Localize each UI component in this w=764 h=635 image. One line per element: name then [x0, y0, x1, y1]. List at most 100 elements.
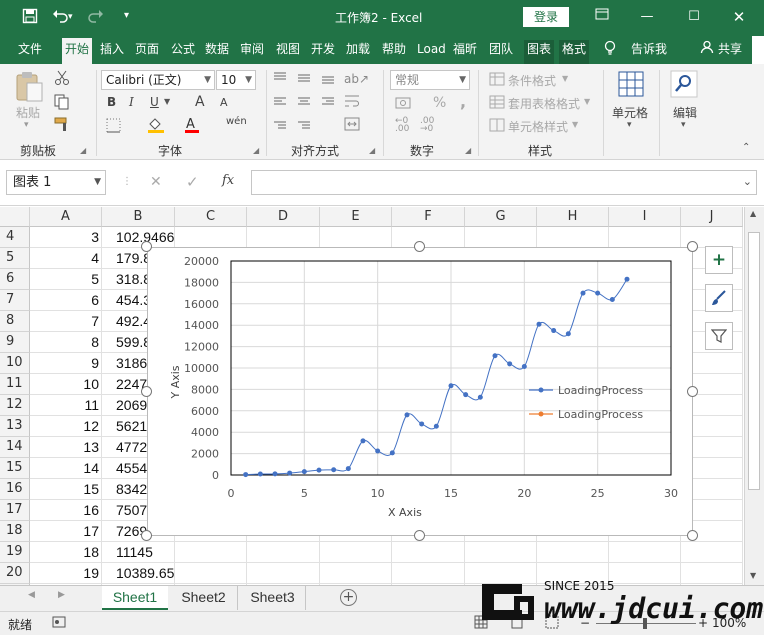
clipboard-launcher-icon[interactable]: ◢ [80, 146, 86, 155]
data-point[interactable] [345, 466, 351, 472]
resize-handle-top-left[interactable] [141, 241, 152, 252]
italic-button[interactable]: I [129, 95, 134, 109]
font-name-combo[interactable]: Calibri (正文) ▼ [101, 70, 215, 90]
close-icon[interactable]: ✕ [726, 6, 752, 28]
cell-b[interactable]: 102.9466 [102, 227, 175, 248]
row-header[interactable]: 14 [0, 437, 30, 458]
column-header-d[interactable]: D [247, 207, 320, 227]
save-icon[interactable] [22, 8, 38, 28]
add-sheet-button[interactable]: + [340, 589, 357, 606]
filter-icon[interactable] [705, 322, 733, 350]
resize-handle-bottom[interactable] [414, 530, 425, 541]
row-header[interactable]: 5 [0, 248, 30, 269]
data-point[interactable] [360, 438, 366, 444]
cells-button[interactable]: 单元格 [612, 104, 648, 121]
cell-a[interactable]: 15 [30, 479, 102, 500]
cell-a[interactable]: 18 [30, 542, 102, 563]
insert-function-button[interactable]: fx [222, 173, 234, 188]
cell-a[interactable]: 16 [30, 500, 102, 521]
cell-empty[interactable] [175, 227, 247, 248]
ribbon-display-icon[interactable] [589, 6, 615, 28]
column-header-b[interactable]: B [102, 207, 175, 227]
alignment-launcher-icon[interactable]: ◢ [369, 146, 375, 155]
search-icon[interactable] [670, 70, 698, 102]
increase-decimal-icon[interactable]: ←0.00 [395, 117, 409, 134]
tab-formulas[interactable]: 公式 [171, 40, 195, 64]
fill-color-icon[interactable] [147, 116, 165, 138]
legend-entry-2[interactable]: LoadingProcess [558, 408, 643, 421]
login-button[interactable]: 登录 [523, 7, 569, 27]
resize-handle-bottom-right[interactable] [687, 530, 698, 541]
sheet-tab-sheet2[interactable]: Sheet2 [170, 586, 238, 610]
font-size-combo[interactable]: 10 ▼ [216, 70, 256, 90]
align-top-icon[interactable] [272, 70, 336, 136]
shrink-font-button[interactable]: A [220, 96, 228, 109]
underline-dropdown-icon[interactable]: ▼ [164, 97, 170, 106]
wrap-text-icon[interactable] [344, 94, 360, 112]
row-header[interactable]: 20 [0, 563, 30, 584]
format-as-table-button[interactable]: 套用表格格式 [508, 95, 580, 112]
column-header-i[interactable]: I [609, 207, 681, 227]
tell-me-box[interactable]: 告诉我 [631, 40, 667, 64]
data-point[interactable] [419, 421, 425, 427]
plus-icon[interactable]: + [705, 246, 733, 274]
conditional-format-icon[interactable] [489, 72, 505, 90]
y-axis-title[interactable]: Y Axis [169, 365, 182, 399]
row-header[interactable]: 13 [0, 416, 30, 437]
font-color-icon[interactable]: A [184, 116, 200, 138]
collapse-ribbon-icon[interactable]: ⌃ [742, 142, 750, 153]
tab-review[interactable]: 审阅 [240, 40, 264, 64]
enter-button[interactable]: ✓ [186, 173, 199, 191]
cell-a[interactable]: 4 [30, 248, 102, 269]
tab-view[interactable]: 视图 [276, 40, 300, 64]
cell-empty[interactable] [175, 542, 247, 563]
chart-area[interactable]: 0 2000 4000 6000 8000 10000 12000 14000 16000 180… [147, 247, 693, 536]
data-point[interactable] [287, 470, 293, 476]
row-header[interactable]: 17 [0, 500, 30, 521]
column-header-g[interactable]: G [465, 207, 537, 227]
data-point[interactable] [257, 471, 263, 477]
paste-dropdown-icon[interactable]: ▾ [24, 120, 29, 130]
borders-icon[interactable] [106, 118, 121, 137]
cell-a[interactable]: 8 [30, 332, 102, 353]
resize-handle-right[interactable] [687, 386, 698, 397]
select-all-corner[interactable] [0, 207, 30, 227]
scroll-thumb[interactable] [748, 232, 760, 490]
resize-handle-top[interactable] [414, 241, 425, 252]
data-point[interactable] [492, 353, 498, 359]
maximize-icon[interactable]: ☐ [681, 6, 707, 28]
customize-qat-icon[interactable]: ▾ [124, 10, 129, 21]
number-launcher-icon[interactable]: ◢ [465, 146, 471, 155]
cell-empty[interactable] [320, 227, 392, 248]
x-axis-title[interactable]: X Axis [388, 506, 422, 519]
resize-handle-top-right[interactable] [687, 241, 698, 252]
sheet-tab-sheet1[interactable]: Sheet1 [102, 586, 168, 610]
next-sheet-icon[interactable]: ▶ [58, 590, 65, 600]
column-header-e[interactable]: E [320, 207, 392, 227]
row-header[interactable]: 19 [0, 542, 30, 563]
data-point[interactable] [521, 364, 527, 370]
column-header-c[interactable]: C [175, 207, 247, 227]
tab-foxit[interactable]: 福昕 [453, 40, 477, 64]
orientation-icon[interactable]: ab↗ [344, 72, 369, 86]
copy-icon[interactable] [54, 94, 72, 114]
cell-empty[interactable] [392, 542, 465, 563]
data-point[interactable] [609, 297, 615, 303]
cell-a[interactable]: 14 [30, 458, 102, 479]
data-point[interactable] [331, 467, 337, 473]
format-painter-icon[interactable] [54, 116, 70, 136]
cell-empty[interactable] [537, 227, 609, 248]
cell-empty[interactable] [320, 563, 392, 584]
column-header-f[interactable]: F [392, 207, 465, 227]
data-point[interactable] [463, 392, 469, 398]
decrease-decimal-icon[interactable]: .00 →0 [420, 117, 434, 134]
percent-button[interactable]: % [433, 95, 446, 111]
cells-icon[interactable] [617, 70, 645, 102]
cell-b[interactable]: 11145 [102, 542, 175, 563]
tab-help[interactable]: 帮助 [382, 40, 406, 64]
tab-file[interactable]: 文件 [18, 40, 42, 64]
cell-a[interactable]: 9 [30, 353, 102, 374]
currency-icon[interactable] [395, 95, 413, 115]
data-point[interactable] [243, 472, 249, 478]
cancel-button[interactable]: ✕ [150, 174, 162, 190]
